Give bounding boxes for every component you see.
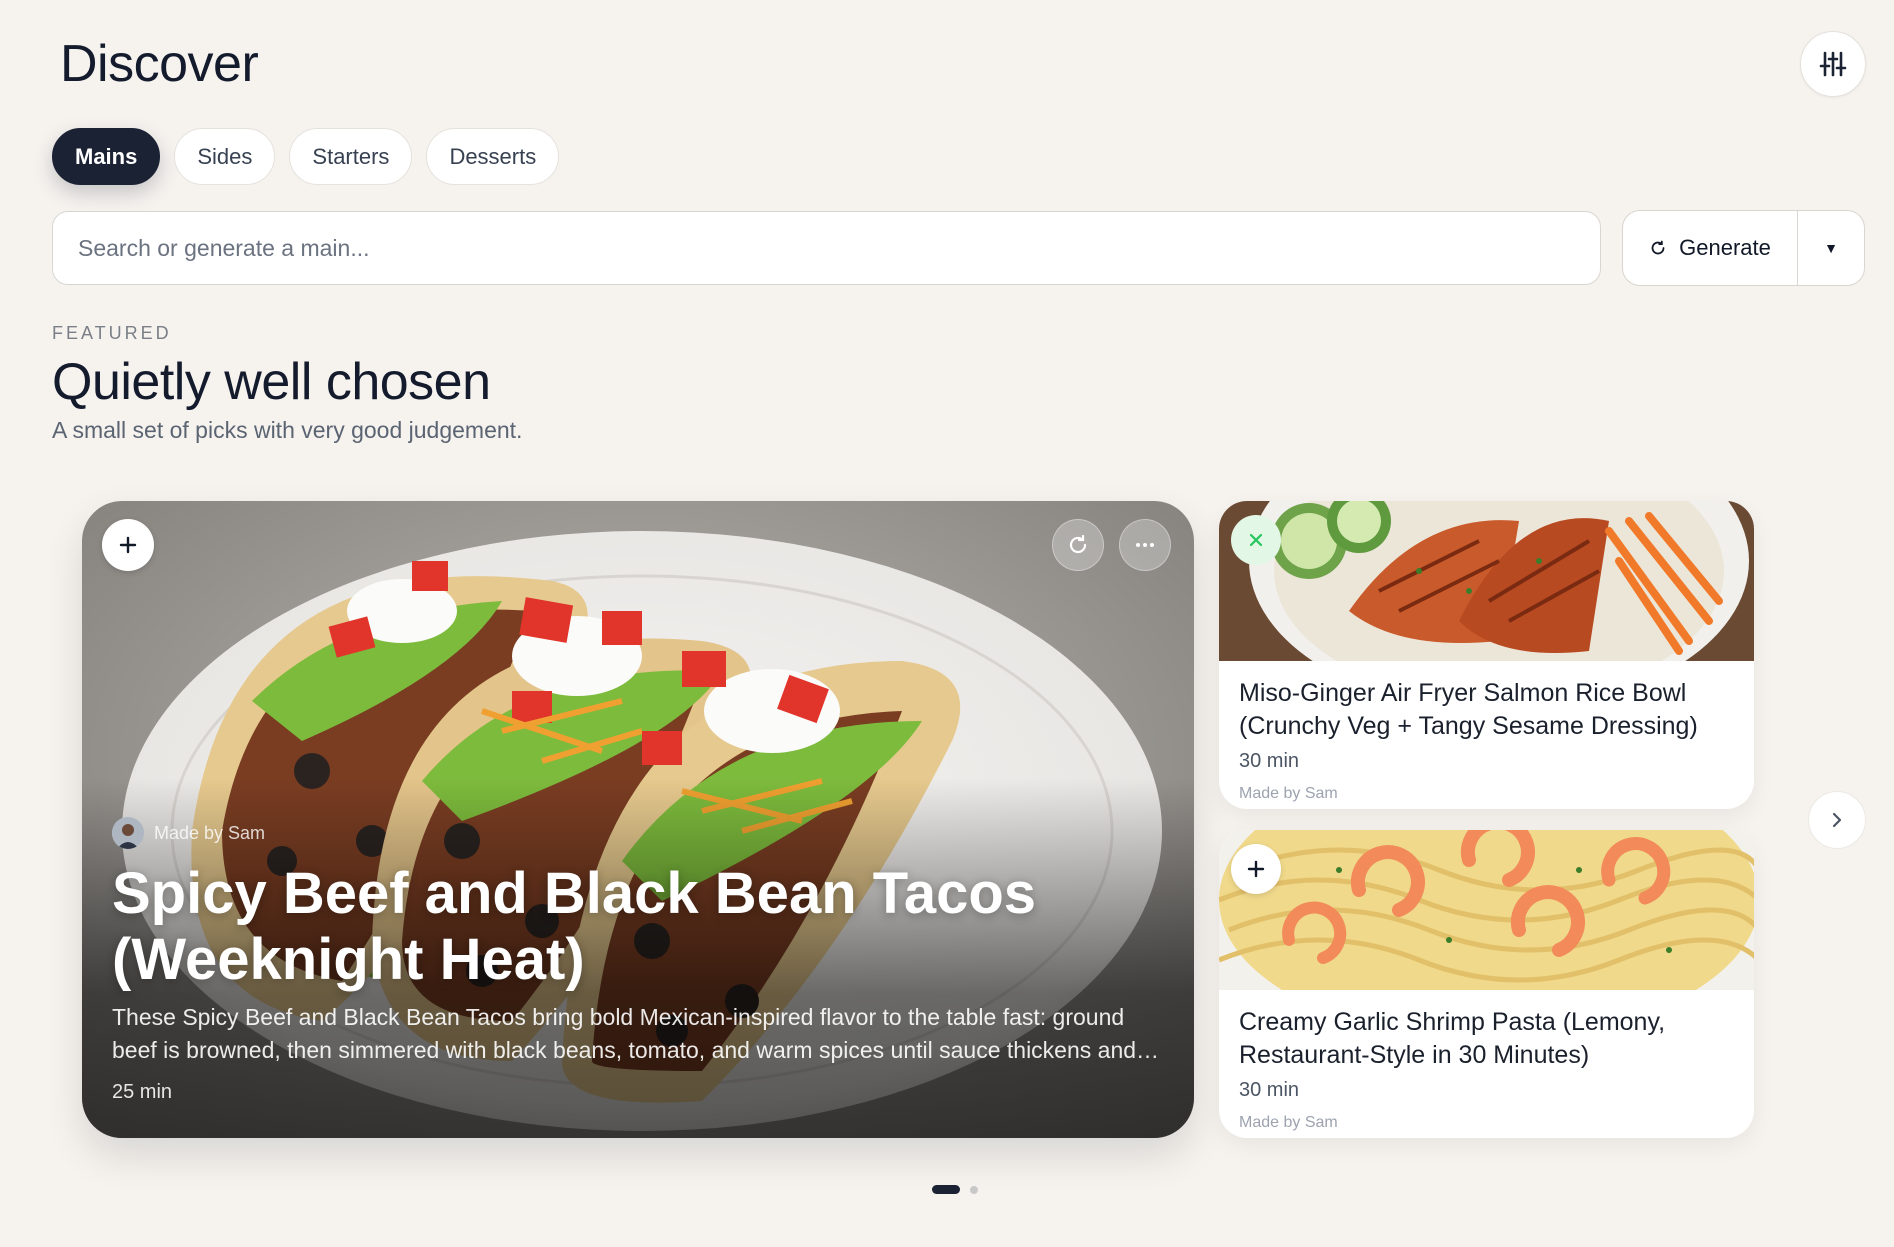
generate-group: Generate ▼ — [1622, 210, 1865, 286]
tab-desserts[interactable]: Desserts — [426, 128, 560, 185]
filter-settings-button[interactable] — [1800, 31, 1866, 97]
featured-subtitle: A small set of picks with very good judg… — [52, 417, 523, 443]
tab-sides[interactable]: Sides — [174, 128, 276, 185]
recipe-card[interactable]: Miso-Ginger Air Fryer Salmon Rice Bowl (… — [1219, 501, 1754, 809]
card-title: Miso-Ginger Air Fryer Salmon Rice Bowl (… — [1239, 679, 1698, 740]
page-title: Discover — [60, 35, 259, 93]
more-icon — [1136, 543, 1154, 547]
chevron-right-icon — [1832, 812, 1842, 828]
card-time: 30 min — [1239, 1079, 1300, 1101]
caret-down-icon: ▼ — [1824, 240, 1838, 256]
pagination-dot-active[interactable] — [932, 1185, 960, 1194]
featured-title: Quietly well chosen — [52, 353, 491, 411]
hero-title: Spicy Beef and Black Bean Tacos (Weeknig… — [112, 861, 1037, 992]
card-title: Creamy Garlic Shrimp Pasta (Lemony, Rest… — [1239, 1008, 1666, 1069]
add-button[interactable] — [102, 519, 154, 571]
refresh-icon — [1069, 534, 1087, 554]
recipe-card[interactable]: Creamy Garlic Shrimp Pasta (Lemony, Rest… — [1219, 830, 1754, 1138]
tab-starters[interactable]: Starters — [289, 128, 413, 185]
hero-recipe-card[interactable]: Made by Sam Spicy Beef and Black Bean Ta… — [82, 501, 1194, 1138]
card-author: Made by Sam — [1239, 1114, 1338, 1131]
plus-icon — [1247, 860, 1265, 878]
card-time: 30 min — [1239, 750, 1300, 772]
featured-eyebrow: FEATURED — [52, 323, 172, 343]
generate-label: Generate — [1679, 235, 1771, 260]
hero-time: 25 min — [112, 1081, 173, 1103]
search-input[interactable] — [78, 234, 1600, 262]
category-tabs: Mains Sides Starters Desserts — [52, 128, 560, 185]
add-button[interactable] — [1231, 844, 1281, 894]
refresh-icon — [1651, 240, 1665, 255]
shrimp-pasta-image — [1219, 830, 1754, 990]
hero-description: These Spicy Beef and Black Bean Tacos br… — [112, 1004, 1137, 1063]
hero-author-name: Made by Sam — [154, 822, 266, 843]
search-box — [52, 211, 1601, 285]
generate-button[interactable]: Generate — [1623, 211, 1797, 285]
sliders-icon — [1819, 51, 1847, 77]
generate-options-button[interactable]: ▼ — [1797, 211, 1864, 285]
carousel-pagination — [932, 1185, 978, 1194]
more-options-button[interactable] — [1119, 519, 1171, 571]
regenerate-button[interactable] — [1052, 519, 1104, 571]
plus-icon — [119, 536, 137, 554]
card-author: Made by Sam — [1239, 785, 1338, 802]
avatar — [112, 817, 144, 849]
hero-author: Made by Sam — [112, 817, 265, 849]
carousel-next-button[interactable] — [1808, 791, 1866, 849]
salmon-bowl-image — [1219, 501, 1754, 661]
close-icon — [1249, 533, 1263, 547]
tab-mains[interactable]: Mains — [52, 128, 161, 185]
remove-button[interactable] — [1231, 515, 1281, 565]
pagination-dot[interactable] — [970, 1185, 978, 1194]
